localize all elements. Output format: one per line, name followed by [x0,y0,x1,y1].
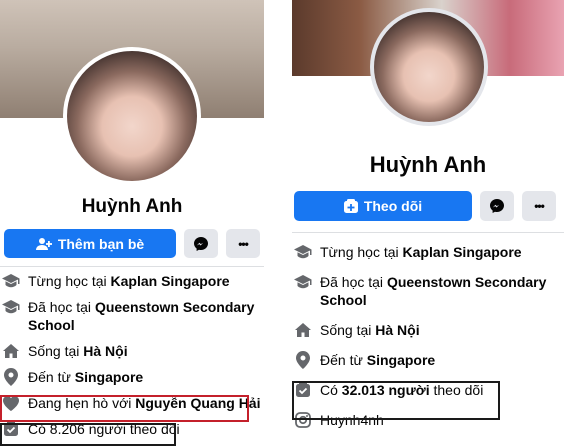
info-row-relationship: Đang hẹn hò với Nguyễn Quang Hải [0,394,264,412]
location-pin-icon [294,351,312,369]
info-text: Đang hẹn hò với Nguyễn Quang Hải [28,395,261,411]
info-text: Sống tại Hà Nội [320,322,420,338]
info-row-followers: Có 8.206 người theo dõi [0,420,264,438]
followers-icon [294,381,312,399]
messenger-button[interactable] [184,229,218,258]
instagram-link[interactable]: Huynh4nh [320,411,384,429]
graduation-cap-icon [2,298,20,316]
info-text: Đến từ Singapore [320,352,436,368]
info-row-studied-at: Từng học tại Kaplan Singapore [292,243,564,261]
city-link[interactable]: Hà Nội [83,343,127,359]
graduation-cap-icon [294,273,312,291]
profile-panel-left: Huỳnh Anh Thêm bạn bè ••• Từng học tại K… [0,0,264,446]
info-row-went-to: Đã học tại Queenstown Secondary School [0,298,264,334]
city-link[interactable]: Hà Nội [375,322,419,338]
messenger-button[interactable] [480,191,514,221]
home-icon [294,321,312,339]
info-text: Từng học tại Kaplan Singapore [28,273,230,289]
info-row-lives-in: Sống tại Hà Nội [292,321,564,339]
profile-name: Huỳnh Anh [369,152,487,177]
action-buttons: Thêm bạn bè ••• [4,229,260,258]
heart-icon [2,394,20,412]
intro-list: Từng học tại Kaplan Singapore Đã học tại… [0,272,264,446]
info-row-followers: Có 32.013 người theo dõi [292,381,564,399]
intro-list: Từng học tại Kaplan Singapore Đã học tại… [292,243,564,441]
avatar[interactable] [370,8,488,126]
more-icon: ••• [238,236,249,251]
info-text: Từng học tại Kaplan Singapore [320,244,522,260]
follow-icon [343,199,358,213]
info-row-studied-at: Từng học tại Kaplan Singapore [0,272,264,290]
action-buttons: Theo dõi ••• [294,191,556,221]
more-icon: ••• [534,199,545,213]
panel-gap [264,0,292,446]
info-row-from: Đến từ Singapore [0,368,264,386]
follow-button[interactable]: Theo dõi [294,191,472,221]
info-row-went-to: Đã học tại Queenstown Secondary School [292,273,564,309]
followers-link[interactable]: Có 32.013 người theo dõi [320,381,483,399]
more-button[interactable]: ••• [522,191,556,221]
home-icon [2,342,20,360]
graduation-cap-icon [2,272,20,290]
messenger-icon [489,198,505,214]
avatar[interactable] [63,47,201,185]
school-link[interactable]: Kaplan Singapore [403,244,522,260]
more-button[interactable]: ••• [226,229,260,258]
info-text: Sống tại Hà Nội [28,343,128,359]
school-link[interactable]: Kaplan Singapore [111,273,230,289]
info-text: Đã học tại Queenstown Secondary School [320,274,547,308]
info-row-from: Đến từ Singapore [292,351,564,369]
add-friend-icon [35,237,52,251]
graduation-cap-icon [294,243,312,261]
messenger-icon [193,236,209,252]
info-row-lives-in: Sống tại Hà Nội [0,342,264,360]
followers-link[interactable]: Có 8.206 người theo dõi [28,420,180,438]
avatar-image [67,51,197,181]
avatar-image [374,12,484,122]
info-text: Đến từ Singapore [28,369,144,385]
divider [292,232,564,233]
info-text: Đã học tại Queenstown Secondary School [28,299,255,333]
divider [0,266,264,267]
instagram-icon [294,411,312,429]
hometown-link[interactable]: Singapore [367,352,435,368]
followers-icon [2,420,20,438]
add-friend-label: Thêm bạn bè [57,235,145,252]
partner-link[interactable]: Nguyễn Quang Hải [135,395,260,411]
follow-label: Theo dõi [363,198,423,214]
location-pin-icon [2,368,20,386]
profile-panel-right: Huỳnh Anh Theo dõi ••• Từng học tại Kapl… [292,0,564,446]
info-row-instagram: Huynh4nh [292,411,564,429]
add-friend-button[interactable]: Thêm bạn bè [4,229,176,258]
profile-name: Huỳnh Anh [81,196,183,217]
hometown-link[interactable]: Singapore [75,369,143,385]
